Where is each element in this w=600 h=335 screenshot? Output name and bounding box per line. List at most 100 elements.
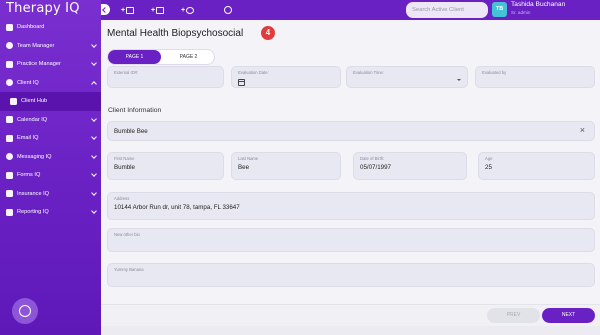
plus-icon: + (151, 6, 156, 14)
history-button[interactable] (223, 5, 232, 15)
sidebar-item-label: Team Manager (17, 42, 55, 49)
date-of-birth-field[interactable]: Date of Birth: 05/07/1997 (353, 152, 467, 180)
prev-button[interactable]: PREV (487, 308, 540, 323)
next-button[interactable]: NEXT (542, 308, 595, 323)
field-label: Evaluation Date: (238, 70, 269, 75)
sidebar-item-label: Messaging IQ (17, 153, 52, 160)
new-email-button[interactable]: + (121, 5, 135, 15)
new-event-button[interactable]: + (151, 5, 165, 15)
hub-icon (10, 97, 17, 105)
field-value: 25 (485, 164, 492, 171)
forms-icon (6, 171, 13, 179)
sidebar-item-client-iq[interactable]: Client IQ (0, 74, 101, 93)
field-label: Last Name (238, 156, 259, 161)
plus-icon: + (121, 6, 126, 14)
sidebar-item-reporting-iq[interactable]: Reporting IQ (0, 203, 101, 222)
age-field[interactable]: Age 25 (478, 152, 595, 180)
client-select-value: Bumble Bee (114, 128, 148, 135)
section-title: Client Information (108, 107, 162, 114)
chevron-down-icon (91, 60, 97, 66)
user-role: Sr. admin (511, 10, 531, 15)
sidebar-item-email-iq[interactable]: Email IQ (0, 129, 101, 148)
chevron-up-icon (91, 80, 97, 87)
sidebar-item-label: Reporting IQ (17, 209, 49, 216)
calendar-icon (156, 6, 165, 14)
chevron-down-icon (91, 208, 97, 214)
sidebar-item-client-hub[interactable]: Client Hub (0, 92, 101, 111)
chevron-down-icon (91, 152, 97, 159)
insurance-icon (6, 190, 13, 198)
sidebar-item-team-manager[interactable]: Team Manager (0, 37, 101, 56)
collapse-sidebar-button[interactable] (101, 4, 110, 15)
search-active-client-input[interactable]: Search Active Client (406, 2, 488, 18)
calendar-icon[interactable] (238, 79, 245, 86)
sidebar-item-label: Calendar IQ (17, 116, 48, 123)
chevron-down-icon (91, 41, 97, 48)
evaluation-time-field[interactable]: Evaluation Time: (346, 66, 468, 88)
sidebar-item-label: Practice Manager (17, 61, 61, 68)
history-icon (224, 6, 232, 14)
sidebar-item-forms-iq[interactable]: Forms IQ (0, 166, 101, 185)
sidebar-item-label: Insurance IQ (17, 190, 50, 197)
sidebar-item-label: Dashboard (17, 24, 45, 31)
team-icon (6, 42, 13, 50)
tab-page-2[interactable]: PAGE 2 (162, 50, 215, 64)
main-content: Mental Health Biopsychosocial 4 PAGE 1 P… (101, 20, 600, 335)
new-other-bio-field[interactable]: New other bio (107, 228, 595, 252)
form-footer: PREV NEXT (101, 304, 600, 326)
evaluated-by-field[interactable]: Evaluated by (475, 66, 595, 88)
page-title: Mental Health Biopsychosocial (107, 28, 244, 39)
chat-bubble-icon (19, 305, 31, 317)
evaluation-date-field[interactable]: Evaluation Date: (231, 66, 341, 88)
top-bar: + + + Search Active Client TB Tashida Bu… (101, 0, 600, 20)
sidebar-item-label: Client IQ (17, 79, 39, 86)
email-icon (126, 6, 135, 14)
step-badge: 4 (261, 26, 275, 40)
sidebar-item-insurance-iq[interactable]: Insurance IQ (0, 185, 101, 204)
help-chat-button[interactable] (12, 298, 38, 324)
client-select[interactable]: Bumble Bee × (107, 121, 595, 141)
people-icon (186, 6, 195, 14)
user-name: Tashida Buchanan (511, 1, 566, 8)
chevron-down-icon (91, 115, 97, 122)
field-label: Date of Birth: (360, 156, 385, 161)
sidebar-item-label: Email IQ (17, 135, 39, 142)
chat-icon (6, 153, 13, 161)
chevron-down-icon (91, 171, 97, 177)
sidebar-nav: Dashboard Team Manager Practice Manager … (0, 18, 101, 222)
field-value: 05/07/1997 (360, 164, 391, 171)
field-label: External ID#: (114, 70, 139, 75)
people-icon (6, 79, 13, 87)
field-label: Evaluation Time: (353, 70, 384, 75)
sidebar-item-calendar-iq[interactable]: Calendar IQ (0, 111, 101, 130)
field-label: Age (485, 156, 493, 161)
yummy-banana-field[interactable]: Yummy Banana (107, 263, 595, 287)
first-name-field[interactable]: First Name Bumble (107, 152, 224, 180)
external-id-field[interactable]: External ID#: (107, 66, 224, 88)
chevron-down-icon (91, 189, 97, 196)
sidebar-item-label: Forms IQ (17, 172, 41, 179)
sidebar-item-label: Client Hub (21, 98, 48, 105)
sidebar-item-practice-manager[interactable]: Practice Manager (0, 55, 101, 74)
bottom-strip (101, 326, 600, 335)
chevron-down-icon (91, 134, 97, 140)
close-icon[interactable]: × (580, 125, 585, 135)
email-icon (6, 134, 13, 142)
plus-icon: + (181, 6, 186, 14)
tab-page-1[interactable]: PAGE 1 (108, 50, 161, 64)
last-name-field[interactable]: Last Name Bee (231, 152, 341, 180)
reporting-icon (6, 208, 13, 216)
field-label: Evaluated by (482, 70, 507, 75)
grid-icon (6, 23, 13, 31)
sidebar: Therapy IQ Dashboard Team Manager Practi… (0, 0, 101, 335)
dropdown-arrow-icon (457, 79, 461, 81)
field-label: New other bio (114, 232, 140, 237)
field-value: Bumble (114, 164, 135, 171)
briefcase-icon (6, 60, 13, 68)
calendar-icon (6, 116, 13, 124)
sidebar-item-dashboard[interactable]: Dashboard (0, 18, 101, 37)
new-client-button[interactable]: + (181, 5, 195, 15)
address-field[interactable]: Address 10144 Arbor Run dr, unit 78, tam… (107, 192, 595, 220)
avatar[interactable]: TB (492, 2, 507, 17)
sidebar-item-messaging-iq[interactable]: Messaging IQ (0, 148, 101, 167)
